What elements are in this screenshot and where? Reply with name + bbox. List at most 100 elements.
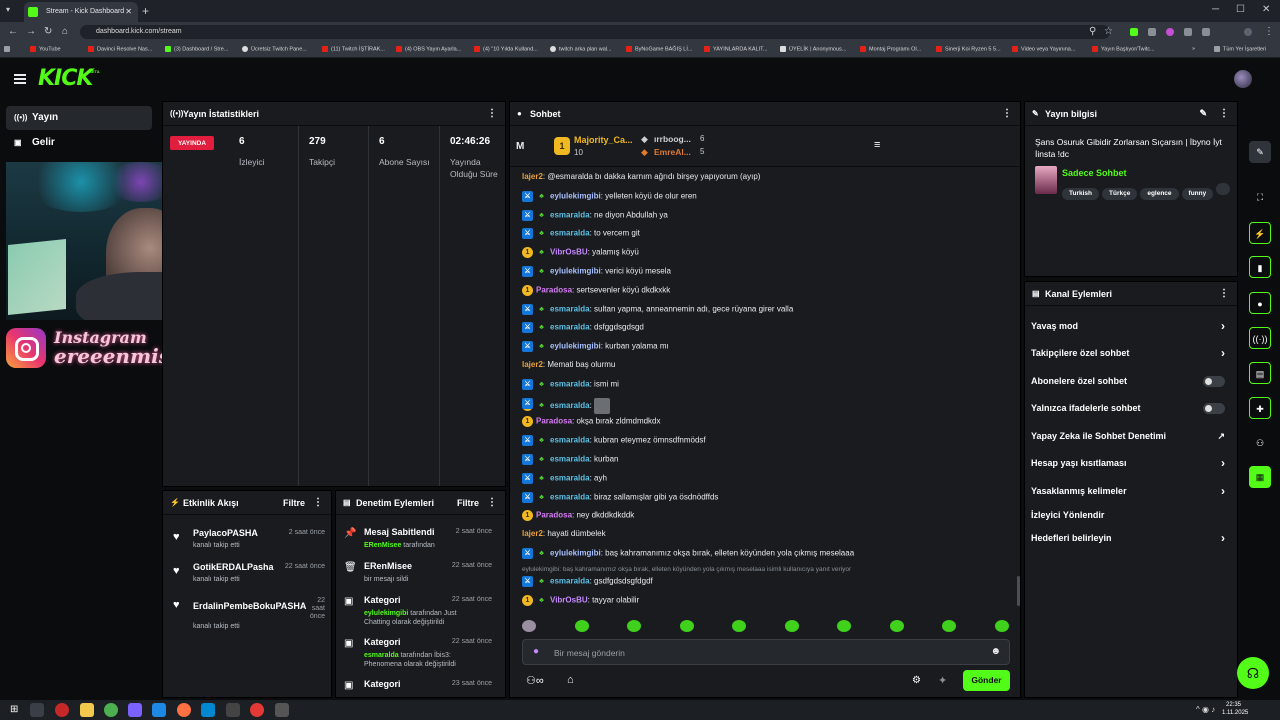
action-banned-words[interactable]: Yasaklanmış kelimeler › (1031, 484, 1231, 506)
emote-icon[interactable] (627, 620, 641, 632)
extension-icon[interactable] (1184, 28, 1192, 36)
wrench-icon[interactable]: ✚ (1249, 397, 1271, 419)
emote-icon[interactable] (994, 620, 1009, 632)
chat-username[interactable]: esmaralda (550, 455, 590, 464)
more-options-icon[interactable]: ⋮ (1002, 108, 1012, 119)
chat-message[interactable]: ⚔1♣esmaralda: dsfggdsgdsgd (522, 322, 1012, 340)
chat-username[interactable]: eylulekimgibi (550, 191, 601, 200)
pinned-toggle-icon[interactable]: ≡ (874, 139, 880, 151)
nodes-icon[interactable]: ⚇ (1249, 432, 1271, 454)
close-window-icon[interactable]: ✕ (1262, 4, 1270, 15)
maximize-icon[interactable]: ☐ (1236, 4, 1245, 15)
emote-icon[interactable] (732, 620, 746, 632)
home-icon[interactable]: ⌂ (62, 26, 68, 37)
tag[interactable]: funny (1181, 188, 1214, 200)
start-icon[interactable]: ⊞ (10, 704, 18, 715)
url-field[interactable]: dashboard.kick.com/stream (80, 25, 1110, 39)
activity-event[interactable]: ♥ ErdalinPembeBokuPASHA kanalı takip ett… (163, 591, 333, 637)
nav-item-stream[interactable]: ((•)) Yayın (6, 106, 152, 130)
more-options-icon[interactable]: ⋮ (487, 108, 497, 119)
chat-username[interactable]: esmaralda (550, 229, 590, 238)
chat-settings-link-icon[interactable]: ⚇∞ (526, 674, 544, 687)
emote-icon[interactable] (522, 620, 536, 632)
chat-username[interactable]: Paradosa (536, 285, 572, 294)
new-tab-icon[interactable]: + (142, 4, 149, 18)
expand-icon[interactable]: ⛶ (1249, 186, 1271, 208)
pencil-icon[interactable]: ✎ (1249, 141, 1271, 163)
chat-username[interactable]: esmaralda (550, 473, 590, 482)
chat-username[interactable]: lajer2 (522, 529, 543, 538)
bookmark-item[interactable]: (3) Dashboard / Stre... (165, 46, 228, 52)
lightning-icon[interactable]: ⚡ (1249, 222, 1271, 244)
all-bookmarks[interactable]: Tüm Yer İşaretleri (1214, 46, 1266, 52)
chat-username[interactable]: esmaralda (550, 379, 590, 388)
nav-item-revenue[interactable]: ▣ Gelir (6, 131, 152, 155)
emote-icon[interactable] (942, 620, 956, 632)
mod-action[interactable]: ▣ Kategori esmaralda tarafından İbis3: P… (336, 633, 496, 677)
microphone-icon[interactable]: ● (533, 646, 539, 657)
toggle-switch[interactable] (1203, 403, 1225, 414)
hamburger-menu-icon[interactable] (14, 74, 26, 84)
taskbar-app-icon[interactable] (226, 703, 240, 717)
chat-message[interactable]: ⚔1♣esmaralda: ismi mi (522, 378, 1012, 397)
bookmark-item[interactable]: ÜYELİK | Anonymous... (780, 46, 846, 52)
chat-message[interactable]: ⚔1♣esmaralda: kubran eteymez ömnsdfnmöds… (522, 435, 1012, 453)
printer-icon[interactable]: ▤ (1249, 362, 1271, 384)
bookmark-item[interactable]: Davinci Resolve Nas... (88, 46, 152, 52)
chat-message[interactable]: 1 Paradosa: okşa bırak zldmdmdkdx (522, 416, 1012, 434)
chat-username[interactable]: esmaralda (550, 401, 590, 410)
taskbar-app-icon[interactable] (177, 703, 191, 717)
leader-name[interactable]: Majority_Ca... (574, 135, 633, 145)
chat-message[interactable]: ⚔1♣eylulekimgibi: baş kahramanımız okşa … (522, 548, 1012, 566)
chat-message[interactable]: ⚔1♣esmaralda: kurban (522, 454, 1012, 472)
tag[interactable]: eglence (1140, 188, 1179, 200)
clock-date[interactable]: 1.11.2025 (1222, 710, 1248, 716)
action-slow-mode[interactable]: Yavaş mod › (1031, 319, 1231, 341)
bookmark-item[interactable]: twitch arka plan wal... (550, 46, 612, 52)
chat-message[interactable]: 1 Paradosa: ney dkddkdkddk (522, 510, 1012, 528)
chat-username[interactable]: Paradosa (536, 511, 572, 520)
extension-icon[interactable] (1166, 28, 1174, 36)
chat-username[interactable]: esmaralda (550, 323, 590, 332)
toggle-switch[interactable] (1203, 376, 1225, 387)
action-followers-only[interactable]: Takipçilere özel sohbet › (1031, 346, 1231, 368)
taskbar-app-icon[interactable] (104, 703, 118, 717)
chat-username[interactable]: eylulekimgibi (550, 342, 601, 351)
profile-icon[interactable] (1244, 28, 1252, 36)
back-icon[interactable]: ← (8, 26, 18, 37)
more-options-icon[interactable]: ⋮ (313, 497, 323, 508)
emoji-icon[interactable]: ☻ (990, 646, 1001, 657)
taskbar-app-icon[interactable] (250, 703, 264, 717)
chat-message[interactable]: ⚔1♣esmaralda: to vercem git (522, 228, 1012, 246)
bookmark-item[interactable]: (4) "10 Yılda Kulland... (474, 46, 538, 52)
chat-message[interactable]: ⚔1♣esmaralda: ne diyon Abdullah ya (522, 209, 1012, 228)
chat-message[interactable]: lajer2: @esmaralda bı dakka karnım ağrıd… (522, 172, 1012, 190)
send-button[interactable]: Gönder (963, 670, 1010, 691)
action-emotes-only[interactable]: Yalnızca ifadelerle sohbet (1031, 403, 1231, 423)
chat-message[interactable]: ⚔1♣esmaralda: ayh (522, 472, 1012, 491)
chat-bubble-icon[interactable]: ● (1249, 292, 1271, 314)
chat-username[interactable]: esmaralda (550, 304, 590, 313)
forward-icon[interactable]: → (26, 26, 36, 37)
chat-username[interactable]: eylulekimgibi (550, 549, 601, 558)
action-set-goals[interactable]: Hedefleri belirleyin › (1031, 531, 1231, 553)
taskbar-app-icon[interactable] (55, 703, 69, 717)
emote-icon[interactable] (837, 620, 851, 632)
broadcast-icon[interactable]: ((·)) (1249, 327, 1271, 349)
chat-message[interactable]: ⚔1♣esmaralda: biraz sallamışlar gibi ya … (522, 491, 1012, 510)
leader-name[interactable]: EmreAl... (654, 147, 691, 157)
minimize-icon[interactable]: ─ (1212, 4, 1219, 15)
reload-icon[interactable]: ↻ (44, 26, 52, 37)
tag[interactable]: Türkçe (1102, 188, 1138, 200)
action-host-viewers[interactable]: İzleyici Yönlendir (1031, 510, 1231, 530)
kick-logo[interactable]: KICK (38, 66, 93, 91)
chat-message[interactable]: lajer2: hayati dümbelek (522, 529, 1012, 547)
chat-message[interactable]: ⚔1♣esmaralda: sultan yapma, anneannemin … (522, 303, 1012, 322)
chat-scrollbar[interactable] (1017, 576, 1020, 606)
filter-button[interactable]: Filtre (283, 498, 305, 508)
mod-action[interactable]: ▣ Kategori eylulekimgibi tarafından Just… (336, 591, 496, 635)
category-thumbnail[interactable] (1035, 166, 1057, 194)
action-ai-moderation[interactable]: Yapay Zeka ile Sohbet Denetimi ↗ (1031, 431, 1231, 451)
emote-icon[interactable] (784, 620, 799, 632)
tag[interactable]: Turkish (1062, 188, 1099, 200)
